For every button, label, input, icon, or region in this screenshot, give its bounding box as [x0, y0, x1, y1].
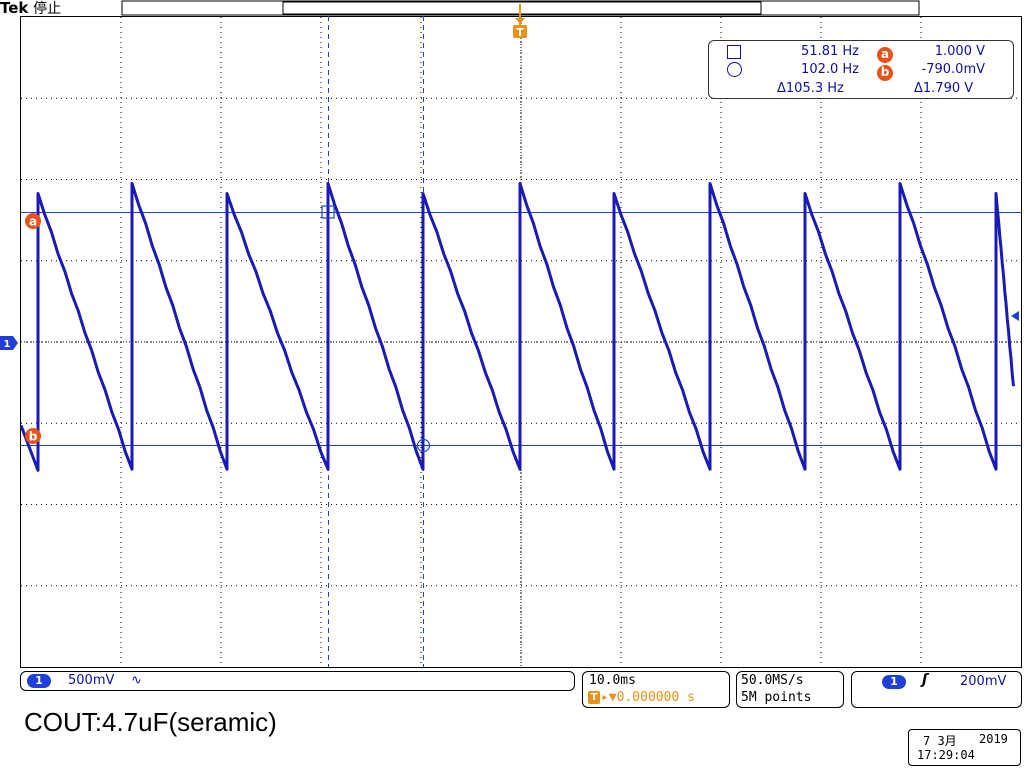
trigger-position-icon: T [588, 691, 600, 704]
cursor-1-frequency: 51.81 Hz [801, 44, 859, 59]
circle-icon [727, 62, 743, 78]
delta-voltage-row: Δ1.790 V [914, 81, 973, 96]
square-icon [727, 44, 743, 60]
date-time-box: 7 3月 2019 17:29:04 [908, 729, 1021, 766]
delta-icon: Δ [777, 81, 786, 96]
note-caption: COUT:4.7uF(seramic) [24, 707, 277, 737]
channel-1-trace [19, 182, 1015, 472]
channel-1-marker-text: 1 [4, 339, 11, 350]
delta-frequency: 105.3 Hz [785, 81, 844, 96]
record-length: 5M points [741, 690, 812, 705]
trigger-offset: ▸▼0.000000 s [601, 690, 695, 705]
cursor-2-frequency: 102.0 Hz [801, 62, 859, 77]
time-per-div: 10.0ms [589, 673, 636, 688]
trigger-source-badge: 1 [882, 675, 906, 689]
trigger-box[interactable]: 1 ʃ 200mV [851, 671, 1022, 708]
sample-rate: 50.0MS/s [741, 673, 804, 688]
cursor-a-readout-badge: a [877, 43, 893, 63]
brand-status: Tek 停止 [0, 0, 61, 17]
record-view-window[interactable] [282, 1, 762, 15]
cursor-b-readout-badge: b [877, 61, 893, 81]
delta-frequency-row: Δ105.3 Hz [777, 81, 844, 96]
cursor-a-voltage: 1.000 V [934, 44, 985, 59]
cursor-a-letter: a [29, 215, 37, 229]
scope-display: T a b 1 [0, 0, 1022, 668]
date-day-month: 7 3月 [923, 734, 957, 748]
brand-logo: Tek [0, 0, 29, 17]
cursor-b-voltage: -790.0mV [921, 62, 985, 77]
date-year: 2019 [979, 732, 1008, 746]
channel-1-scale-box[interactable]: 1 500mV ∿ [20, 671, 575, 691]
channel-1-scale: 500mV [68, 673, 115, 688]
trigger-t-letter: T [516, 26, 524, 39]
cursor-b-letter: b [29, 430, 38, 444]
rising-edge-icon: ʃ [922, 672, 928, 688]
channel-1-badge: 1 [27, 674, 51, 688]
timebase-box[interactable]: 10.0ms T ▸▼0.000000 s [582, 671, 730, 708]
delta-icon: Δ [914, 81, 923, 96]
trigger-level-arrow-icon[interactable] [1011, 311, 1019, 321]
run-status: 停止 [33, 1, 62, 17]
trigger-arrow-icon [515, 18, 525, 24]
time-of-day: 17:29:04 [917, 748, 975, 762]
acquisition-box[interactable]: 50.0MS/s 5M points [736, 671, 844, 708]
trigger-level: 200mV [960, 674, 1007, 689]
cursor-readout-panel: 51.81 Hz a 1.000 V 102.0 Hz b -790.0mV Δ… [708, 40, 1014, 99]
coupling-icon: ∿ [131, 673, 142, 688]
delta-voltage: 1.790 V [922, 81, 974, 96]
